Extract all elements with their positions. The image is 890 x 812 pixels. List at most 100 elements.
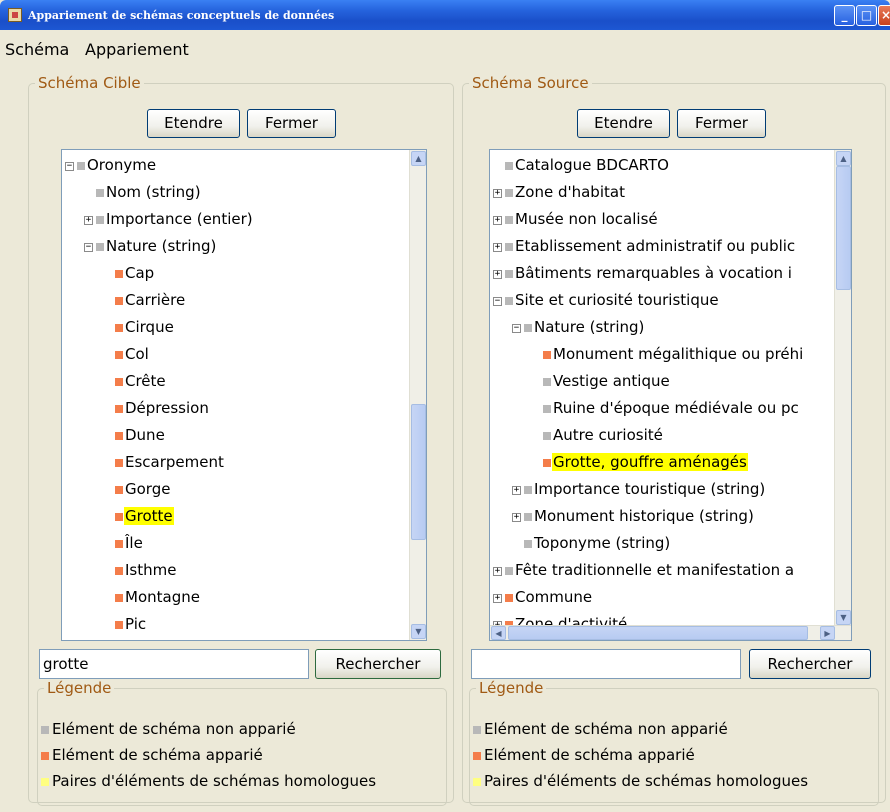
- tree-node[interactable]: − Oronyme: [62, 152, 426, 179]
- scroll-down-arrow-icon[interactable]: ▼: [836, 610, 851, 625]
- source-search-input[interactable]: [471, 649, 741, 679]
- collapse-minus-icon[interactable]: −: [512, 324, 521, 333]
- source-schema-tree[interactable]: Catalogue BDCARTO + Zone d'habitat + Musée n…: [489, 149, 852, 641]
- tree-node[interactable]: Vestige antique: [490, 368, 851, 395]
- source-expand-button[interactable]: Etendre: [577, 109, 670, 138]
- tree-node[interactable]: + Commune: [490, 584, 851, 611]
- gray-square-icon: [41, 726, 49, 734]
- expand-plus-icon[interactable]: +: [493, 216, 502, 225]
- source-tree-hscrollbar[interactable]: ◀ ▶: [490, 625, 851, 640]
- tree-node[interactable]: Cap: [62, 260, 426, 287]
- orange-square-icon: [115, 594, 123, 602]
- tree-node[interactable]: Ruine d'époque médiévale ou pc: [490, 395, 851, 422]
- tree-node[interactable]: Grotte: [62, 503, 426, 530]
- tree-node[interactable]: Escarpement: [62, 449, 426, 476]
- legend-label: Elément de schéma apparié: [484, 746, 695, 764]
- tree-node-label: Dépression: [125, 399, 209, 417]
- tree-node[interactable]: Grotte, gouffre aménagés: [490, 449, 851, 476]
- tree-node[interactable]: Cirque: [62, 314, 426, 341]
- expand-plus-icon[interactable]: +: [512, 486, 521, 495]
- tree-node[interactable]: − Nature (string): [490, 314, 851, 341]
- tree-node[interactable]: + Fête traditionnelle et manifestation a: [490, 557, 851, 584]
- gray-square-icon: [505, 216, 513, 224]
- tree-node[interactable]: − Nature (string): [62, 233, 426, 260]
- tree-node[interactable]: + Importance touristique (string): [490, 476, 851, 503]
- menu-appariement[interactable]: Appariement: [85, 40, 189, 59]
- scroll-up-arrow-icon[interactable]: ▲: [836, 151, 851, 166]
- minimize-button[interactable]: _: [834, 5, 855, 26]
- gray-square-icon: [505, 162, 513, 170]
- tree-node[interactable]: + Musée non localisé: [490, 206, 851, 233]
- expand-plus-icon[interactable]: +: [493, 243, 502, 252]
- target-tree-scroll-thumb[interactable]: [411, 404, 426, 540]
- expand-plus-icon[interactable]: +: [512, 513, 521, 522]
- tree-node[interactable]: Île: [62, 530, 426, 557]
- scroll-right-arrow-icon[interactable]: ▶: [820, 626, 835, 640]
- window-title: Appariement de schémas conceptuels de do…: [28, 9, 335, 22]
- source-search-button[interactable]: Rechercher: [749, 649, 871, 679]
- tree-node[interactable]: Crête: [62, 368, 426, 395]
- tree-node[interactable]: Monument mégalithique ou préhi: [490, 341, 851, 368]
- tree-node[interactable]: + Importance (entier): [62, 206, 426, 233]
- target-close-button[interactable]: Fermer: [247, 109, 336, 138]
- gray-square-icon: [505, 297, 513, 305]
- expand-plus-icon[interactable]: +: [84, 216, 93, 225]
- tree-node-label: Gorge: [125, 480, 171, 498]
- tree-node[interactable]: Col: [62, 341, 426, 368]
- expand-plus-icon[interactable]: +: [493, 189, 502, 198]
- target-expand-button[interactable]: Etendre: [147, 109, 240, 138]
- tree-node-label: Isthme: [125, 561, 177, 579]
- tree-node[interactable]: Carrière: [62, 287, 426, 314]
- collapse-minus-icon[interactable]: −: [84, 243, 93, 252]
- orange-square-icon: [115, 486, 123, 494]
- maximize-button[interactable]: □: [856, 5, 877, 26]
- tree-node[interactable]: − Site et curiosité touristique: [490, 287, 851, 314]
- expand-plus-icon[interactable]: +: [493, 270, 502, 279]
- orange-square-icon: [115, 378, 123, 386]
- source-tree-hscroll-thumb[interactable]: [508, 626, 808, 640]
- target-schema-tree[interactable]: − Oronyme Nom (string) + Importance (entier)…: [61, 149, 427, 641]
- gray-square-icon: [96, 243, 104, 251]
- tree-node[interactable]: Autre curiosité: [490, 422, 851, 449]
- tree-node[interactable]: Gorge: [62, 476, 426, 503]
- source-close-button[interactable]: Fermer: [677, 109, 766, 138]
- tree-node[interactable]: Isthme: [62, 557, 426, 584]
- collapse-minus-icon[interactable]: −: [493, 297, 502, 306]
- tree-node[interactable]: Toponyme (string): [490, 530, 851, 557]
- tree-node-label: Vestige antique: [553, 372, 670, 390]
- tree-node[interactable]: + Zone d'habitat: [490, 179, 851, 206]
- tree-node-label: Dune: [125, 426, 165, 444]
- tree-node-label: Montagne: [125, 588, 200, 606]
- gray-square-icon: [505, 189, 513, 197]
- expand-plus-icon[interactable]: +: [493, 567, 502, 576]
- tree-node[interactable]: + Etablissement administratif ou public: [490, 233, 851, 260]
- gray-square-icon: [77, 162, 85, 170]
- tree-node[interactable]: Pic: [62, 611, 426, 638]
- orange-square-icon: [115, 513, 123, 521]
- tree-node[interactable]: Nom (string): [62, 179, 426, 206]
- scroll-left-arrow-icon[interactable]: ◀: [491, 626, 506, 640]
- target-schema-panel: Schéma Cible Etendre Fermer − Oronyme Nom …: [28, 74, 454, 806]
- orange-square-icon: [115, 351, 123, 359]
- target-tree-vscrollbar[interactable]: ▲ ▼: [409, 150, 426, 640]
- orange-square-icon: [505, 594, 513, 602]
- tree-node[interactable]: Dépression: [62, 395, 426, 422]
- tree-node-label: Monument mégalithique ou préhi: [553, 345, 804, 363]
- source-tree-vscrollbar[interactable]: ▲ ▼: [834, 150, 851, 626]
- tree-node-label: Escarpement: [125, 453, 224, 471]
- tree-node[interactable]: Montagne: [62, 584, 426, 611]
- collapse-minus-icon[interactable]: −: [65, 162, 74, 171]
- tree-node[interactable]: Dune: [62, 422, 426, 449]
- close-window-button[interactable]: ×: [878, 5, 890, 26]
- tree-node[interactable]: + Monument historique (string): [490, 503, 851, 530]
- tree-node-label: Importance touristique (string): [534, 480, 766, 498]
- menu-schema[interactable]: Schéma: [5, 40, 69, 59]
- source-tree-scroll-thumb[interactable]: [836, 166, 851, 290]
- scroll-up-arrow-icon[interactable]: ▲: [411, 151, 426, 166]
- expand-plus-icon[interactable]: +: [493, 594, 502, 603]
- tree-node[interactable]: Catalogue BDCARTO: [490, 152, 851, 179]
- tree-node[interactable]: + Bâtiments remarquables à vocation i: [490, 260, 851, 287]
- target-search-button[interactable]: Rechercher: [315, 649, 441, 679]
- scroll-down-arrow-icon[interactable]: ▼: [411, 624, 426, 639]
- target-search-input[interactable]: grotte: [39, 649, 309, 679]
